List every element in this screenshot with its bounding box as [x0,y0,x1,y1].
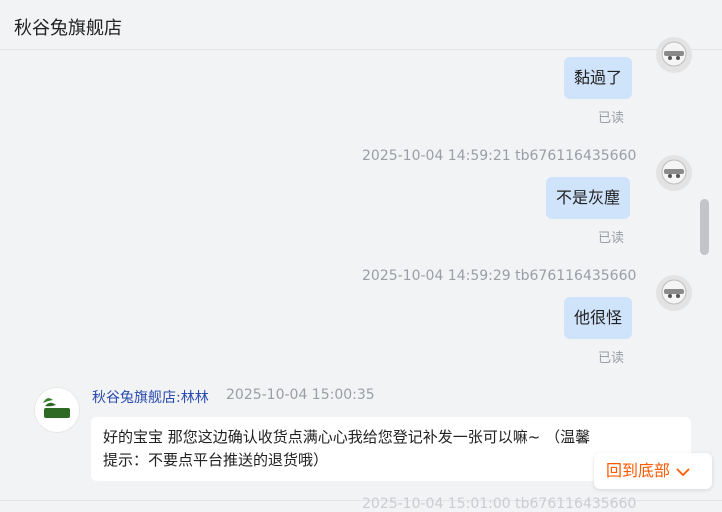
user-avatar-icon[interactable] [656,275,692,311]
chat-header: 秋谷兔旗舰店 [0,0,722,50]
message-bubble[interactable]: 他很怪 [564,297,633,339]
read-status: 已读 [598,111,625,126]
message-bubble[interactable]: 不是灰塵 [546,177,631,219]
message-time: 2025-10-04 15:00:35 [226,387,375,403]
read-status: 已读 [598,231,625,246]
message-line: 好的宝宝 那您这边确认收货点满心心我给您登记补发一张可以嘛~ （温馨 [103,428,591,446]
message-meta: 2025-10-04 14:59:29 tb676116435660 [362,268,637,284]
user-avatar-icon[interactable] [656,37,692,73]
shop-logo-icon[interactable] [34,387,80,433]
scrollbar-thumb[interactable] [700,199,709,255]
message-line: 提示：不要点平台推送的退货哦） [103,451,329,469]
message-meta: 2025-10-04 14:59:21 tb676116435660 [362,148,637,164]
next-message-meta: 2025-10-04 15:01:00 tb676116435660 [362,496,637,512]
sender-name[interactable]: 秋谷兔旗舰店:林林 [92,387,209,407]
chevron-down-icon [676,454,690,490]
read-status: 已读 [598,351,625,366]
chat-area[interactable]: 黏過了 已读 2025-10-04 14:59:21 tb67611643566… [0,37,722,512]
back-to-bottom-button[interactable]: 回到底部 [594,453,712,489]
back-to-bottom-label: 回到底部 [606,461,671,480]
user-avatar-icon[interactable] [656,155,692,191]
shop-title: 秋谷兔旗舰店 [14,18,122,39]
message-bubble[interactable]: 黏過了 [564,57,633,99]
